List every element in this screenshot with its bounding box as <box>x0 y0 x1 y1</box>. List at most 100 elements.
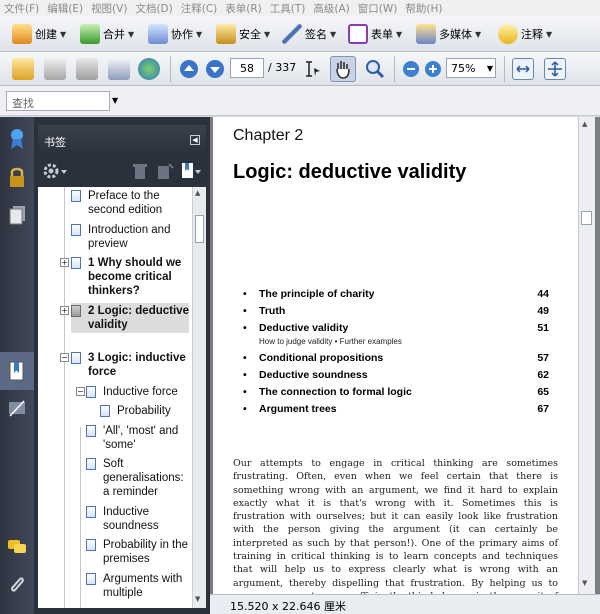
forms-button[interactable]: 表单 ▼ <box>348 22 402 46</box>
scrollbar-thumb[interactable] <box>581 211 592 225</box>
collaborate-icon <box>148 24 168 44</box>
chevron-down-icon[interactable]: ▼ <box>484 58 496 78</box>
menu-edit[interactable]: 编辑(E) <box>47 1 83 16</box>
email-icon[interactable] <box>108 58 130 80</box>
bullet: • <box>243 403 247 415</box>
menu-help[interactable]: 帮助(H) <box>405 1 442 16</box>
page-number-input[interactable]: 58 <box>230 58 264 78</box>
bookmark-chapter-1[interactable]: 1 Why should we become critical thinkers… <box>71 256 189 298</box>
collaborate-label: 协作 <box>171 28 193 41</box>
new-bookmark-icon[interactable] <box>156 162 174 180</box>
bookmark-arguments-multiple[interactable]: Arguments with multiple <box>86 572 189 600</box>
bookmark-soft-generalisations[interactable]: Soft generalisations: a reminder <box>86 457 189 499</box>
expand-icon[interactable]: + <box>60 306 69 315</box>
page-icon <box>86 425 96 437</box>
attachment-icon[interactable] <box>5 573 29 597</box>
toc-title: Conditional propositions <box>259 352 384 364</box>
create-button[interactable]: 创建 ▼ <box>12 22 66 46</box>
comments-icon[interactable] <box>5 535 29 559</box>
pages-icon[interactable] <box>5 203 29 227</box>
bookmarks-scrollbar[interactable]: ▲ ▼ <box>192 187 206 608</box>
bookmarks-toolbar <box>38 159 206 183</box>
page-icon <box>86 573 96 585</box>
bookmark-label: Inductive soundness <box>103 506 159 532</box>
combine-button[interactable]: 合并 ▼ <box>80 22 134 46</box>
scroll-up-icon[interactable]: ▲ <box>582 120 587 128</box>
bookmarks-icon[interactable] <box>5 359 29 383</box>
options-gear-icon[interactable] <box>42 161 72 181</box>
bookmark-label: Inductive force <box>103 386 178 398</box>
comment-button[interactable]: 注释 ▼ <box>498 22 552 46</box>
menu-advanced[interactable]: 高级(A) <box>313 1 349 16</box>
fit-page-button[interactable] <box>544 58 566 80</box>
page-icon <box>86 386 96 398</box>
bullet: • <box>243 288 247 300</box>
bookmarks-header: 书签 ◀ <box>38 125 206 155</box>
magnifier-icon <box>366 60 385 79</box>
scrollbar-thumb[interactable] <box>195 215 204 243</box>
tree-line <box>80 427 81 608</box>
open-folder-icon[interactable] <box>12 58 34 80</box>
bullet: • <box>243 352 247 364</box>
ribbon-icon[interactable] <box>5 127 29 151</box>
scroll-down-icon[interactable]: ▼ <box>195 595 204 604</box>
zoom-tool-button[interactable] <box>364 58 386 80</box>
bookmark-probability[interactable]: Probability <box>100 404 189 418</box>
menu-window[interactable]: 窗口(W) <box>358 1 398 16</box>
hand-tool-button[interactable] <box>330 56 356 82</box>
zoom-in-button[interactable] <box>424 60 442 78</box>
bookmark-inductive-soundness[interactable]: Inductive soundness <box>86 505 189 533</box>
sign-button[interactable]: 签名 ▼ <box>282 22 336 46</box>
signatures-icon[interactable] <box>5 397 29 421</box>
web-icon[interactable] <box>138 58 160 80</box>
bookmark-label: Probability <box>117 405 171 417</box>
multimedia-button[interactable]: 多媒体 ▼ <box>416 22 481 46</box>
secure-label: 安全 <box>239 28 261 41</box>
bookmark-inductive-force[interactable]: Inductive force <box>86 385 189 399</box>
menu-file[interactable]: 文件(F) <box>4 1 39 16</box>
zoom-out-button[interactable] <box>402 60 420 78</box>
chevron-down-icon: ▼ <box>546 29 553 39</box>
pen-icon <box>282 24 302 44</box>
separator <box>504 56 505 82</box>
secure-button[interactable]: 安全 ▼ <box>216 22 270 46</box>
menu-tools[interactable]: 工具(T) <box>270 1 306 16</box>
page-icon <box>71 305 81 317</box>
sign-label: 签名 <box>305 28 327 41</box>
comment-icon <box>498 24 518 44</box>
toc-page: 44 <box>537 288 549 300</box>
panel-close-icon[interactable]: ◀ <box>190 135 200 145</box>
fit-width-button[interactable] <box>512 58 534 80</box>
expand-icon[interactable]: + <box>60 258 69 267</box>
chevron-down-icon[interactable]: ▼ <box>112 96 118 105</box>
menu-document[interactable]: 文档(D) <box>135 1 172 16</box>
scroll-up-icon[interactable]: ▲ <box>195 189 204 198</box>
lock-icon[interactable] <box>5 165 29 189</box>
previous-page-button[interactable] <box>178 58 200 80</box>
scroll-down-icon[interactable]: ▼ <box>582 579 587 587</box>
print-icon[interactable] <box>44 58 66 80</box>
collapse-icon[interactable]: − <box>76 387 85 396</box>
bookmark-probability-premises[interactable]: Probability in the premises <box>86 538 189 566</box>
bookmark-all-most-some[interactable]: 'All', 'most' and 'some' <box>86 424 189 452</box>
save-icon[interactable] <box>76 58 98 80</box>
bookmark-introduction[interactable]: Introduction and preview <box>71 223 189 251</box>
collapse-icon[interactable]: − <box>60 353 69 362</box>
next-page-button[interactable] <box>204 58 226 80</box>
bookmark-chapter-2[interactable]: 2 Logic: deductive validity <box>71 303 189 333</box>
bookmark-chapter-3[interactable]: 3 Logic: inductive force <box>71 351 189 379</box>
menu-forms[interactable]: 表单(R) <box>225 1 262 16</box>
menu-comments[interactable]: 注释(C) <box>181 1 218 16</box>
toc-page: 65 <box>537 386 549 398</box>
toc-page: 62 <box>537 369 549 381</box>
collaborate-button[interactable]: 协作 ▼ <box>148 22 202 46</box>
bookmarks-title: 书签 <box>44 136 66 149</box>
delete-icon[interactable] <box>132 162 148 180</box>
menu-view[interactable]: 视图(V) <box>91 1 127 16</box>
select-text-button[interactable] <box>300 58 322 80</box>
comment-label: 注释 <box>521 28 543 41</box>
document-scrollbar[interactable]: ▲ ▼ <box>578 117 595 594</box>
bookmark-options-icon[interactable] <box>180 161 204 181</box>
bookmark-preface[interactable]: Preface to the second edition <box>71 189 189 217</box>
find-input[interactable]: 查找 <box>6 91 110 111</box>
